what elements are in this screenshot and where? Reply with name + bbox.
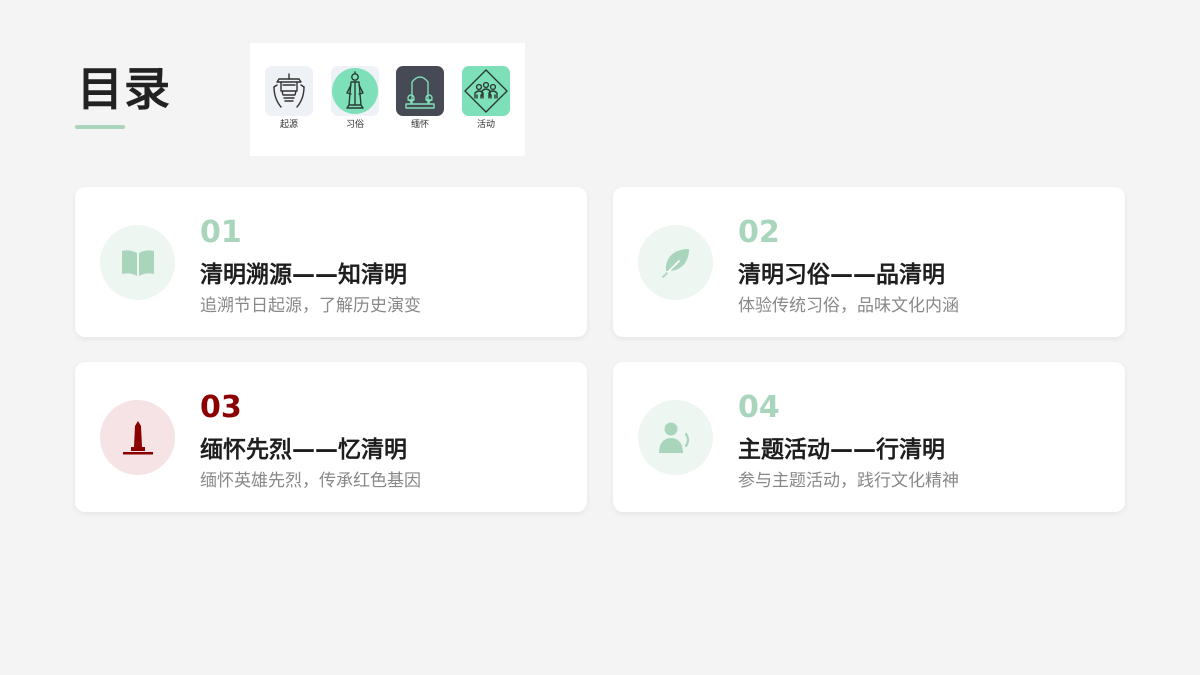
strip-label: 习俗 bbox=[345, 120, 364, 130]
card-subtitle: 参与主题活动，践行文化精神 bbox=[738, 471, 959, 491]
strip-item-customs[interactable]: 习俗 bbox=[330, 66, 380, 130]
robed-figure-icon bbox=[331, 66, 379, 116]
strip-item-remembrance[interactable]: 缅怀 bbox=[395, 66, 445, 130]
card-icon-circle bbox=[100, 225, 175, 300]
tomb-flowers-icon bbox=[396, 66, 444, 116]
strip-item-origin[interactable]: 起源 bbox=[264, 66, 314, 130]
card-number: 02 bbox=[738, 215, 780, 250]
crowd-diamond-icon bbox=[462, 66, 510, 116]
card-number: 04 bbox=[738, 390, 780, 425]
card-origin[interactable]: 01 清明溯源——知清明 追溯节日起源，了解历史演变 bbox=[75, 187, 587, 337]
card-title: 主题活动——行清明 bbox=[738, 437, 945, 463]
card-subtitle: 追溯节日起源，了解历史演变 bbox=[200, 296, 421, 316]
book-icon bbox=[121, 249, 154, 276]
card-subtitle: 体验传统习俗，品味文化内涵 bbox=[738, 296, 959, 316]
icon-strip: 起源 习俗 缅怀 活动 bbox=[250, 43, 525, 156]
pavilion-hands-icon bbox=[265, 66, 313, 116]
card-number: 03 bbox=[200, 390, 242, 425]
card-remembrance[interactable]: 03 缅怀先烈——忆清明 缅怀英雄先烈，传承红色基因 bbox=[75, 362, 587, 512]
card-customs[interactable]: 02 清明习俗——品清明 体验传统习俗，品味文化内涵 bbox=[613, 187, 1125, 337]
card-number: 01 bbox=[200, 215, 242, 250]
leaf-icon bbox=[661, 248, 689, 278]
strip-item-activities[interactable]: 活动 bbox=[461, 66, 511, 130]
strip-label: 活动 bbox=[476, 120, 495, 130]
card-icon-circle bbox=[638, 225, 713, 300]
speaking-person-icon bbox=[658, 422, 689, 453]
title-underline bbox=[75, 125, 125, 129]
strip-label: 起源 bbox=[279, 120, 298, 130]
strip-label: 缅怀 bbox=[410, 120, 429, 130]
card-activities[interactable]: 04 主题活动——行清明 参与主题活动，践行文化精神 bbox=[613, 362, 1125, 512]
card-icon-circle bbox=[100, 400, 175, 475]
card-title: 清明习俗——品清明 bbox=[738, 262, 945, 288]
card-subtitle: 缅怀英雄先烈，传承红色基因 bbox=[200, 471, 421, 491]
card-title: 缅怀先烈——忆清明 bbox=[200, 437, 407, 463]
card-title: 清明溯源——知清明 bbox=[200, 262, 407, 288]
page-title: 目录 bbox=[77, 62, 171, 116]
card-icon-circle bbox=[638, 400, 713, 475]
monument-icon bbox=[122, 420, 153, 454]
